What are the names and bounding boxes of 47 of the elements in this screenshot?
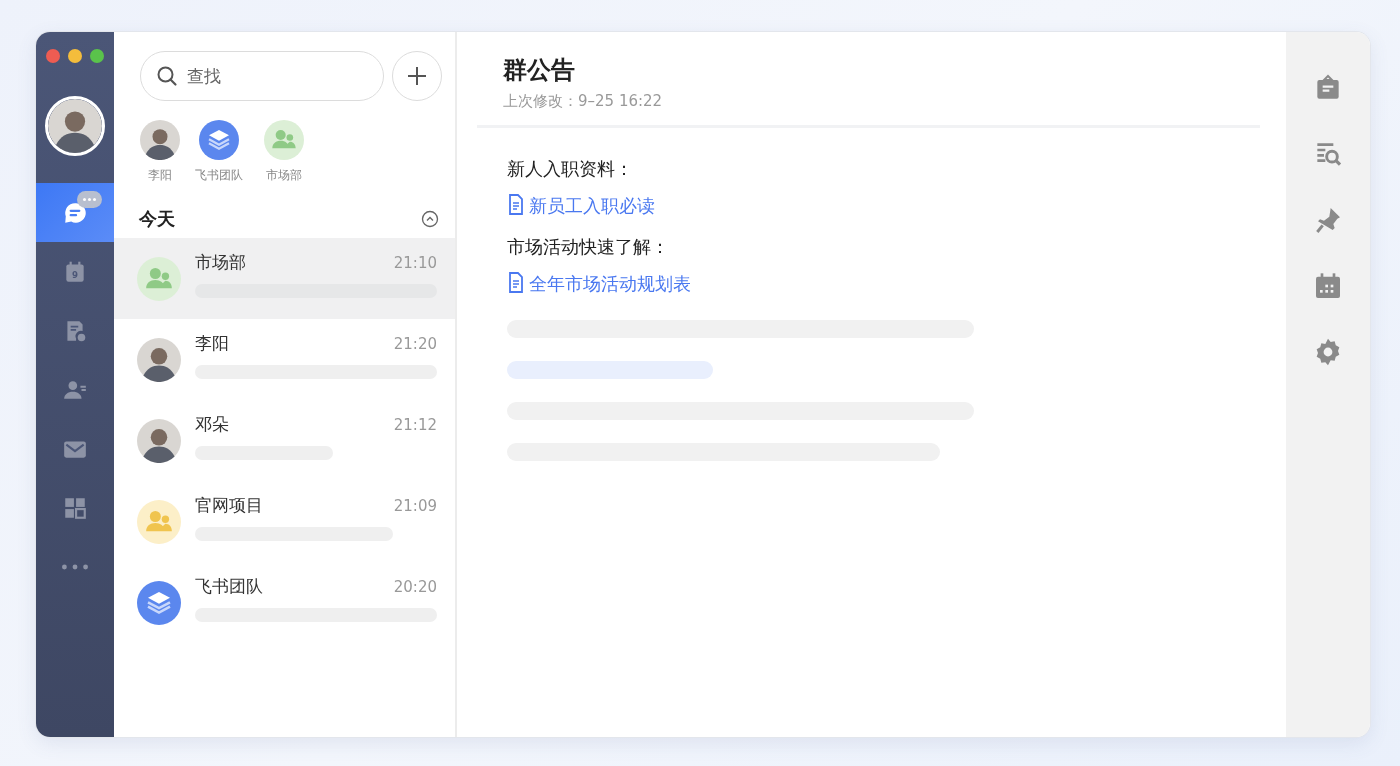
add-button[interactable]: [392, 51, 442, 101]
chat-name: 飞书团队: [195, 575, 263, 598]
person-avatar-icon[interactable]: [45, 96, 105, 156]
chat-time: 21:09: [393, 497, 437, 515]
chat-row[interactable]: 市场部 21:10: [114, 238, 455, 319]
section-label: 新人入职资料：: [507, 157, 634, 181]
document-link[interactable]: 全年市场活动规划表: [529, 272, 691, 296]
search-icon: [155, 64, 179, 88]
chat-time: 20:20: [393, 578, 437, 596]
collapse-icon[interactable]: [421, 210, 439, 228]
person-avatar-icon[interactable]: [140, 120, 180, 160]
maximize-window-button[interactable]: [90, 49, 104, 63]
chat-time: 21:20: [393, 335, 437, 353]
section-label: 市场活动快速了解：: [507, 235, 670, 259]
nav-item[interactable]: 9: [36, 242, 114, 301]
nav-item-selected[interactable]: [36, 183, 114, 242]
chat-time: 21:12: [393, 416, 437, 434]
layers-avatar-icon: [137, 580, 181, 625]
chat-name: 邓朵: [195, 413, 229, 436]
layers-avatar-icon[interactable]: [199, 120, 239, 160]
announcement-title: 群公告: [503, 55, 576, 86]
group-avatar-icon: [137, 499, 181, 544]
person-avatar-icon: [137, 337, 181, 382]
chat-row[interactable]: 飞书团队 20:20: [114, 562, 455, 643]
group-avatar-icon[interactable]: [264, 120, 304, 160]
group-avatar-icon: [137, 256, 181, 301]
chat-time: 21:10: [393, 254, 437, 272]
chat-name: 李阳: [195, 332, 229, 355]
search-field[interactable]: 查找: [140, 51, 384, 101]
chat-name: 市场部: [195, 251, 246, 274]
more-icon: [62, 563, 88, 570]
chat-row[interactable]: 邓朵 21:12: [114, 400, 455, 481]
plus-icon: [405, 64, 429, 88]
document-link[interactable]: 新员工入职必读: [529, 194, 655, 218]
chat-row[interactable]: 李阳 21:20: [114, 319, 455, 400]
contact-name[interactable]: 飞书团队: [195, 167, 243, 184]
section-title: 今天: [139, 207, 175, 231]
contact-name[interactable]: 李阳: [148, 167, 172, 184]
document-icon: [507, 272, 525, 294]
close-window-button[interactable]: [46, 49, 60, 63]
chat-row[interactable]: 官网项目 21:09: [114, 481, 455, 562]
minimize-window-button[interactable]: [68, 49, 82, 63]
chat-name: 官网项目: [195, 494, 263, 517]
last-modified-text: 上次修改：9–25 16:22: [503, 92, 664, 111]
person-avatar-icon: [137, 418, 181, 463]
document-icon: [507, 194, 525, 216]
contact-name[interactable]: 市场部: [266, 167, 302, 184]
